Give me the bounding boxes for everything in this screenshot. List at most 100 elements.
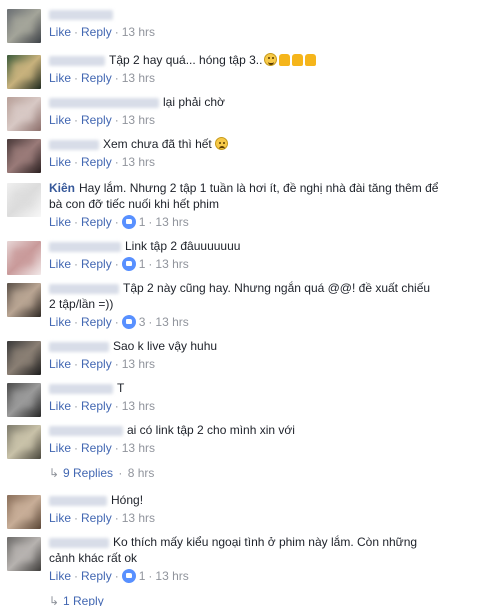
view-replies-link[interactable]: ↳ 1 Reply [49,594,104,606]
separator-dot: · [74,441,79,455]
comment-body: Sao k live vậy huhu Like · Reply · 13 hrs [49,338,462,371]
avatar[interactable] [7,383,41,417]
comment-actions: Like · Reply · 13 hrs [49,113,462,127]
commenter-name-redacted[interactable] [49,139,99,150]
like-link[interactable]: Like [49,215,71,229]
avatar[interactable] [7,495,41,529]
comment-time[interactable]: 13 hrs [122,441,155,455]
comment-time[interactable]: 13 hrs [155,315,188,329]
reaction-count[interactable]: 1 [139,569,146,583]
like-link[interactable]: Like [49,511,71,525]
commenter-name[interactable]: Kiên [49,181,75,195]
commenter-name-redacted[interactable] [49,55,105,66]
reply-link[interactable]: Reply [81,315,112,329]
comment-time[interactable]: 13 hrs [122,357,155,371]
like-link[interactable]: Like [49,357,71,371]
separator-dot: · [74,315,79,329]
comment: ai có link tập 2 cho mình xin với Like · Re… [0,422,470,462]
reply-link[interactable]: Reply [81,257,112,271]
separator-dot: · [114,569,119,583]
separator-dot: · [148,215,153,229]
reply-link[interactable]: Reply [81,113,112,127]
comment: lại phải chờ Like · Reply · 13 hrs [0,94,470,134]
comment-actions: Like · Reply · 13 hrs [49,71,462,85]
comment-time[interactable]: 13 hrs [155,215,188,229]
reply-link[interactable]: Reply [81,357,112,371]
reaction-count[interactable]: 1 [139,257,146,271]
avatar[interactable] [7,55,41,89]
like-reaction-icon[interactable] [121,257,136,271]
reaction-count[interactable]: 1 [139,215,146,229]
replies-count[interactable]: 1 Reply [63,594,104,606]
like-link[interactable]: Like [49,155,71,169]
comment-time[interactable]: 13 hrs [122,155,155,169]
comment-time[interactable]: 13 hrs [155,569,188,583]
reply-link[interactable]: Reply [81,511,112,525]
separator-dot: · [148,315,153,329]
comment-message: Tập 2 này cũng hay. Nhưng ngắn quá @@! đ… [123,281,431,295]
like-link[interactable]: Like [49,315,71,329]
separator-dot: · [114,155,119,169]
commenter-name-redacted[interactable] [49,383,113,394]
avatar[interactable] [7,183,41,217]
comment-body: Link tập 2 đâuuuuuuu Like · Reply · 1 · 13 hrs [49,238,462,271]
separator-dot: · [74,511,79,525]
commenter-name-redacted[interactable] [49,495,107,506]
avatar[interactable] [7,139,41,173]
comment-message: T [117,381,125,395]
commenter-name-redacted[interactable] [49,283,119,294]
comment-time[interactable]: 13 hrs [122,399,155,413]
like-link[interactable]: Like [49,441,71,455]
like-link[interactable]: Like [49,113,71,127]
separator-dot: · [74,155,79,169]
avatar[interactable] [7,283,41,317]
reply-link[interactable]: Reply [81,25,112,39]
comment-message: Link tập 2 đâuuuuuuu [125,239,241,253]
like-link[interactable]: Like [49,71,71,85]
avatar[interactable] [7,425,41,459]
commenter-name-redacted[interactable] [49,9,113,20]
avatar[interactable] [7,341,41,375]
comment-text: Tập 2 hay quá... hóng tập 3.. [49,52,462,68]
separator-dot: · [115,466,126,480]
commenter-name-redacted[interactable] [49,537,109,548]
commenter-name-redacted[interactable] [49,241,121,252]
reply-link[interactable]: Reply [81,399,112,413]
commenter-name-redacted[interactable] [49,425,123,436]
comment-text: Tập 2 này cũng hay. Nhưng ngắn quá @@! đ… [49,280,462,296]
comment: T Like · Reply · 13 hrs [0,380,470,420]
commenter-name-redacted[interactable] [49,97,159,108]
comment-time[interactable]: 13 hrs [122,25,155,39]
reply-link[interactable]: Reply [81,155,112,169]
separator-dot: · [74,71,79,85]
view-replies-link[interactable]: ↳ 9 Replies · 8 hrs [49,466,154,480]
reaction-count[interactable]: 3 [139,315,146,329]
reply-link[interactable]: Reply [81,569,112,583]
like-reaction-icon[interactable] [121,569,136,583]
like-reaction-icon[interactable] [121,215,136,229]
reply-link[interactable]: Reply [81,215,112,229]
separator-dot: · [74,113,79,127]
separator-dot: · [74,215,79,229]
avatar[interactable] [7,9,41,43]
avatar[interactable] [7,97,41,131]
reply-link[interactable]: Reply [81,441,112,455]
separator-dot: · [74,569,79,583]
comment-time[interactable]: 13 hrs [155,257,188,271]
reply-arrow-icon: ↳ [49,594,60,606]
replies-count[interactable]: 9 Replies [63,466,113,480]
commenter-name-redacted[interactable] [49,341,109,352]
comment-time[interactable]: 13 hrs [122,71,155,85]
reply-link[interactable]: Reply [81,71,112,85]
comment-actions: Like · Reply · 1 · 13 hrs [49,257,462,271]
like-reaction-icon[interactable] [121,315,136,329]
like-link[interactable]: Like [49,569,71,583]
like-link[interactable]: Like [49,399,71,413]
comment-time[interactable]: 13 hrs [122,511,155,525]
avatar[interactable] [7,241,41,275]
comment-time[interactable]: 13 hrs [122,113,155,127]
like-link[interactable]: Like [49,257,71,271]
avatar[interactable] [7,537,41,571]
like-link[interactable]: Like [49,25,71,39]
comment-actions: Like · Reply · 13 hrs [49,25,462,39]
